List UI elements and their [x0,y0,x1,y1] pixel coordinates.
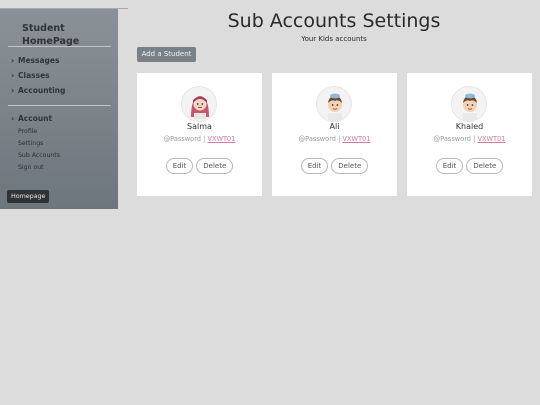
sidebar-item-label: Classes [18,71,50,80]
student-card: Salma @Password | VXWT01 Edit Delete [137,73,262,196]
student-code-link[interactable]: VXWT01 [207,135,235,143]
chevron-right-icon: › [11,70,15,80]
sidebar: Student HomePage › Messages › Classes › … [0,8,118,209]
separator: | [338,135,341,143]
password-label: @Password [298,135,336,143]
delete-button[interactable]: Delete [331,158,369,174]
sidebar-item-accounting[interactable]: › Accounting [11,86,65,95]
chevron-right-icon: › [11,113,15,123]
student-code-link[interactable]: VXWT01 [342,135,370,143]
sidebar-divider [8,105,111,106]
brand-title[interactable]: Student HomePage [22,22,102,48]
add-student-button[interactable]: Add a Student [137,47,196,62]
student-name: Khaled [455,122,484,131]
student-card: Khaled @Password | VXWT01 Edit Delete [407,73,532,196]
homepage-button[interactable]: Homepage [7,190,50,203]
sidebar-item-label: Accounting [18,86,66,95]
sidebar-item-classes[interactable]: › Classes [11,71,50,80]
separator: | [473,135,476,143]
sidebar-item-label: Account [18,114,53,123]
top-divider [0,8,128,9]
sidebar-subitem-sub-accounts[interactable]: Sub Accounts [18,152,60,159]
student-name: Salma [187,122,212,131]
delete-button[interactable]: Delete [466,158,504,174]
edit-button[interactable]: Edit [435,158,464,174]
sidebar-subitem-profile[interactable]: Profile [18,128,37,135]
student-name: Ali [329,122,340,131]
password-label: @Password [163,135,201,143]
sidebar-divider [8,46,111,47]
chevron-right-icon: › [11,55,15,65]
password-label: @Password [433,135,471,143]
edit-button[interactable]: Edit [300,158,329,174]
sidebar-subitem-sign-out[interactable]: Sign out [18,164,44,171]
student-credentials: @Password | VXWT01 [272,135,397,143]
separator: | [203,135,206,143]
boy-cap-icon [316,86,352,122]
delete-button[interactable]: Delete [196,158,234,174]
sidebar-item-label: Messages [18,56,60,65]
page-title: Sub Accounts Settings [227,10,441,32]
sidebar-item-messages[interactable]: › Messages [11,56,59,65]
student-credentials: @Password | VXWT01 [137,135,262,143]
chevron-right-icon: › [11,85,15,95]
edit-button[interactable]: Edit [165,158,194,174]
page-subtitle: Your Kids accounts [301,35,367,43]
sidebar-item-account[interactable]: › Account [11,114,52,123]
student-credentials: @Password | VXWT01 [407,135,532,143]
boy-cap-icon [451,86,487,122]
girl-hijab-icon [181,86,217,122]
sidebar-subitem-settings[interactable]: Settings [18,140,43,147]
student-code-link[interactable]: VXWT01 [477,135,505,143]
student-card: Ali @Password | VXWT01 Edit Delete [272,73,397,196]
